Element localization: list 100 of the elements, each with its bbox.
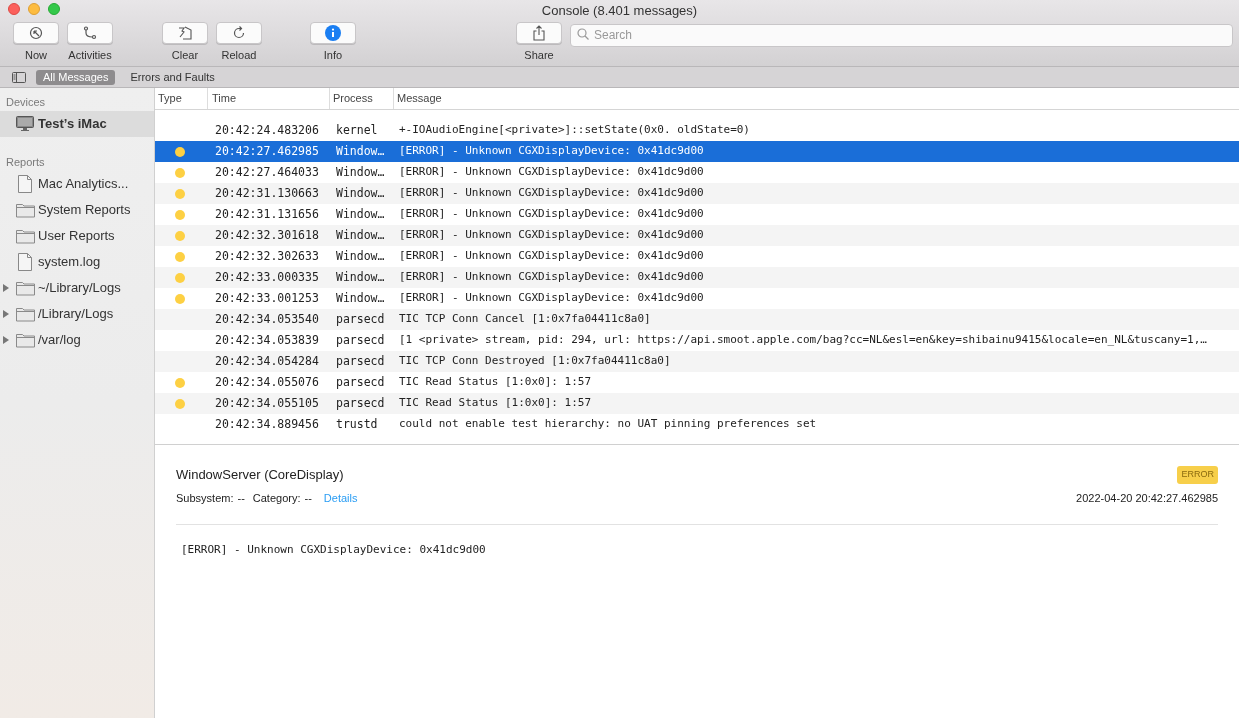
category-label: Category: <box>252 490 301 506</box>
toolbar-button-label: Reload <box>221 48 257 63</box>
column-header[interactable]: Type <box>155 88 207 109</box>
log-row[interactable]: 20:42:31.130663 Window… [ERROR] - Unknown CGXDisplayDevice: 0x41dc9d00 <box>155 183 1239 204</box>
process-cell-text: parsecd <box>335 331 386 349</box>
message-cell-text: [ERROR] - Unknown CGXDisplayDevice: 0x41dc9d00 <box>398 248 705 265</box>
subsystem-value: -- <box>237 490 245 506</box>
time-cell-text: 20:42:27.462985 <box>214 142 320 160</box>
close-window-button[interactable] <box>8 3 20 15</box>
log-row[interactable]: 20:42:34.054284 parsecd TIC TCP Conn Destroyed [1:0x7fa04411c8a0] <box>155 351 1239 372</box>
monitor-icon <box>16 116 34 132</box>
share-icon <box>532 25 546 41</box>
log-row[interactable]: 20:42:34.055105 parsecd TIC Read Status [1:0x0]: 1:57 <box>155 393 1239 414</box>
disclosure-triangle-icon[interactable] <box>3 284 10 292</box>
toolbar-button-label: Share <box>524 48 554 63</box>
path-icon <box>83 26 97 40</box>
document-icon <box>18 175 32 193</box>
sidebar-item-label: Test’s iMac <box>38 115 107 134</box>
message-cell-text: could not enable test hierarchy: no UAT pinning preferences set <box>398 416 818 433</box>
time-cell-text: 20:42:31.131656 <box>214 205 320 223</box>
folder-icon <box>15 228 35 244</box>
message-cell-text: [ERROR] - Unknown CGXDisplayDevice: 0x41dc9d00 <box>398 164 705 181</box>
time-cell-text: 20:42:34.889456 <box>214 415 320 433</box>
toolbar-button[interactable] <box>310 22 356 44</box>
time-cell-text: 20:42:33.000335 <box>214 268 320 286</box>
log-row[interactable]: 20:42:27.462985 Window… [ERROR] - Unknown CGXDisplayDevice: 0x41dc9d00 <box>155 141 1239 162</box>
process-cell-text: Window… <box>335 247 386 265</box>
sidebar-item[interactable]: /Library/Logs <box>0 301 154 327</box>
log-row[interactable]: 20:42:34.053540 parsecd TIC TCP Conn Cancel [1:0x7fa04411c8a0] <box>155 309 1239 330</box>
folder-icon <box>15 332 35 348</box>
sidebar-item[interactable]: User Reports <box>0 223 154 249</box>
time-cell-text: 20:42:34.055105 <box>214 394 320 412</box>
sidebar-item[interactable]: System Reports <box>0 197 154 223</box>
sidebar-item-label: /var/log <box>38 331 81 350</box>
sidebar-item-label: system.log <box>38 253 101 272</box>
column-header[interactable]: Process <box>329 88 393 109</box>
sidebar-item[interactable]: system.log <box>0 249 154 275</box>
log-row[interactable]: 20:42:32.301618 Window… [ERROR] - Unknown CGXDisplayDevice: 0x41dc9d00 <box>155 225 1239 246</box>
process-cell-text: Window… <box>335 226 386 244</box>
search-icon <box>577 28 589 40</box>
reload-icon <box>232 26 246 40</box>
toolbar-button-label: Clear <box>171 48 199 63</box>
message-cell-text: [1 <private> stream, pid: 294, url: https://api.smoot.apple.com/bag?cc=NL&esl=en&key=shibainu9415&locale=en_NL&tuscany=1,… <box>398 332 1208 349</box>
column-header[interactable]: Time <box>207 88 329 109</box>
toolbar-button[interactable] <box>67 22 113 44</box>
folder-icon <box>15 306 35 322</box>
time-cell-text: 20:42:32.301618 <box>214 226 320 244</box>
message-cell-text: [ERROR] - Unknown CGXDisplayDevice: 0x41dc9d00 <box>398 185 705 202</box>
category-value: -- <box>304 490 312 506</box>
time-cell-text: 20:42:34.053839 <box>214 331 320 349</box>
timestamp: 2022-04-20 20:42:27.462985 <box>1076 490 1218 506</box>
message-cell-text: TIC Read Status [1:0x0]: 1:57 <box>398 395 593 412</box>
toolbar-button-label: Activities <box>68 48 112 63</box>
error-badge: ERROR <box>1177 466 1218 484</box>
disclosure-triangle-icon[interactable] <box>3 336 10 344</box>
detail-message: [ERROR] - Unknown CGXDisplayDevice: 0x41dc9d00 <box>180 542 487 558</box>
process-cell-text: Window… <box>335 142 386 160</box>
message-cell-text: TIC TCP Conn Destroyed [1:0x7fa04411c8a0] <box>398 353 672 370</box>
folder-icon <box>15 202 35 218</box>
toolbar-button[interactable] <box>13 22 59 44</box>
process-cell-text: parsecd <box>335 310 386 328</box>
message-cell-text: TIC Read Status [1:0x0]: 1:57 <box>398 374 593 391</box>
sidebar-item-label: System Reports <box>38 201 131 220</box>
toolbar-button-label: Info <box>323 48 343 63</box>
sidebar-item[interactable]: Test’s iMac <box>0 111 154 137</box>
log-row[interactable]: 20:42:33.000335 Window… [ERROR] - Unknown CGXDisplayDevice: 0x41dc9d00 <box>155 267 1239 288</box>
filter-tab[interactable]: Errors and Faults <box>123 69 222 85</box>
message-cell-text: TIC TCP Conn Cancel [1:0x7fa04411c8a0] <box>398 311 652 328</box>
sidebar-toggle-icon[interactable] <box>12 71 26 83</box>
process-cell-text: Window… <box>335 163 386 181</box>
detail-title: WindowServer (CoreDisplay) <box>176 466 344 484</box>
time-cell-text: 20:42:27.464033 <box>214 163 320 181</box>
message-cell-text: [ERROR] - Unknown CGXDisplayDevice: 0x41dc9d00 <box>398 269 705 286</box>
sidebar-item[interactable]: Mac Analytics... <box>0 171 154 197</box>
column-header[interactable]: Message <box>393 88 1239 109</box>
document-icon <box>18 253 32 271</box>
sidebar-item[interactable]: ~/Library/Logs <box>0 275 154 301</box>
folder-icon <box>15 280 35 296</box>
sidebar-section-title: Devices <box>5 95 47 110</box>
sidebar-item-label: User Reports <box>38 227 115 246</box>
disclosure-triangle-icon[interactable] <box>3 310 10 318</box>
process-cell-text: Window… <box>335 289 386 307</box>
sidebar-item-label: /Library/Logs <box>38 305 114 324</box>
process-cell-text: Window… <box>335 205 386 223</box>
sidebar-section-title: Reports <box>5 155 46 170</box>
toolbar-button[interactable] <box>162 22 208 44</box>
cursor-circle-icon <box>29 26 43 40</box>
toolbar-button[interactable] <box>216 22 262 44</box>
search-field[interactable]: Search <box>570 23 1233 47</box>
time-cell-text: 20:42:34.053540 <box>214 310 320 328</box>
process-cell-text: parsecd <box>335 373 386 391</box>
zoom-window-button[interactable] <box>48 3 60 15</box>
process-cell-text: parsecd <box>335 352 386 370</box>
message-cell-text: +-IOAudioEngine[<private>]::setState(0x0. oldState=0) <box>398 122 751 139</box>
time-cell-text: 20:42:33.001253 <box>214 289 320 307</box>
message-cell-text: [ERROR] - Unknown CGXDisplayDevice: 0x41dc9d00 <box>398 227 705 244</box>
sidebar-item-label: ~/Library/Logs <box>38 279 121 298</box>
toolbar-button[interactable] <box>516 22 562 44</box>
sidebar-item-label: Mac Analytics... <box>38 175 129 194</box>
sidebar-item[interactable]: /var/log <box>0 327 154 353</box>
